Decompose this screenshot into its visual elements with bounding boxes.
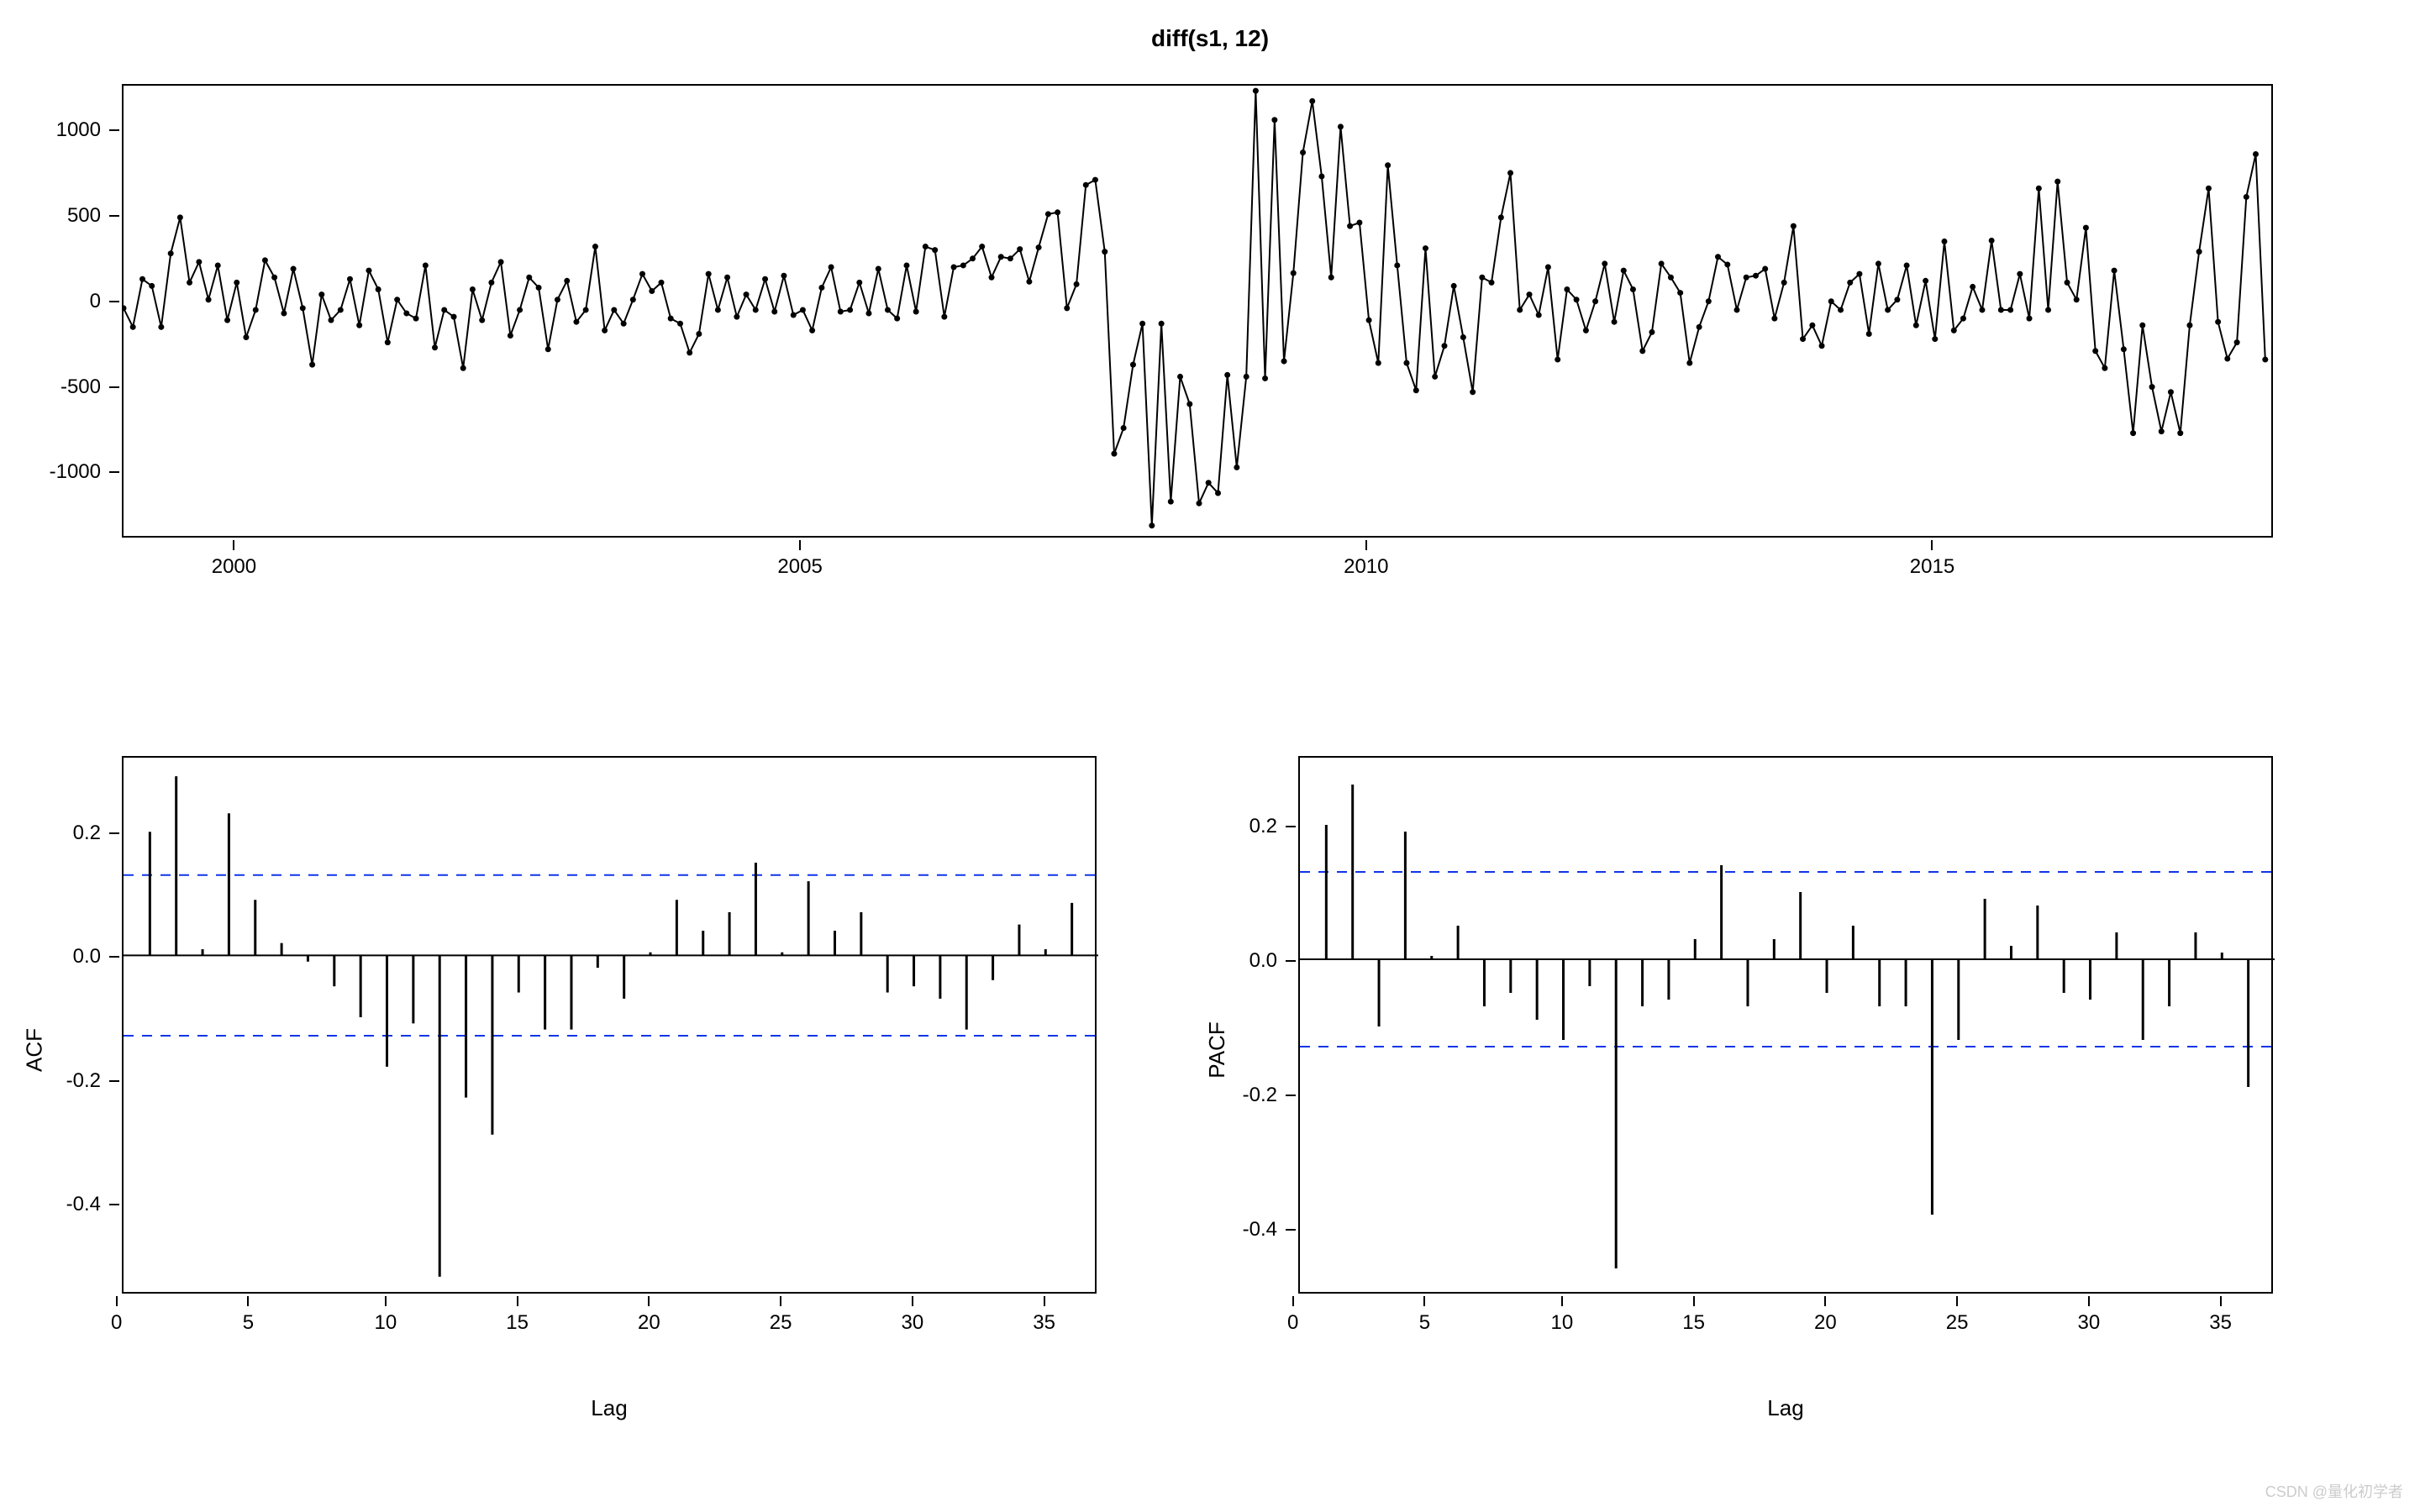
x-tick-label: 2015 — [1910, 555, 1954, 579]
x-tick-label: 30 — [2078, 1311, 2101, 1335]
line-svg — [124, 86, 2275, 539]
x-tick-label: 25 — [770, 1311, 792, 1335]
x-tick-label: 5 — [1419, 1311, 1430, 1335]
x-tick-label: 5 — [243, 1311, 254, 1335]
page-title: diff(s1, 12) — [1151, 25, 1269, 52]
x-axis: 2000200520102015 — [124, 540, 2271, 574]
bar-svg — [124, 758, 1098, 1295]
plot-area: -1000-50005001000 2000200520102015 — [122, 84, 2273, 538]
y-tick-label: 1000 — [42, 118, 101, 142]
x-tick-label: 10 — [1551, 1311, 1574, 1335]
plot-area: -0.4-0.20.00.2 05101520253035 — [1298, 756, 2273, 1294]
y-tick-label: -500 — [42, 375, 101, 399]
x-tick-label: 35 — [1033, 1311, 1055, 1335]
y-tick-label: -1000 — [42, 460, 101, 484]
y-tick-label: -0.2 — [1218, 1084, 1277, 1107]
x-axis: 05101520253035 — [1300, 1296, 2271, 1330]
x-tick-label: 15 — [506, 1311, 529, 1335]
x-tick-label: 2005 — [777, 555, 822, 579]
x-tick-label: 15 — [1682, 1311, 1705, 1335]
y-tick-label: -0.4 — [1218, 1218, 1277, 1242]
y-tick-label: 0.2 — [42, 822, 101, 845]
y-tick-label: 0 — [42, 290, 101, 313]
y-tick-label: -0.4 — [42, 1193, 101, 1216]
y-tick-label: 0.0 — [42, 945, 101, 969]
x-axis: 05101520253035 — [124, 1296, 1095, 1330]
x-tick-label: 2010 — [1344, 555, 1388, 579]
y-tick-label: 500 — [42, 204, 101, 228]
y-tick-label: 0.0 — [1218, 949, 1277, 973]
x-tick-label: 0 — [1287, 1311, 1298, 1335]
x-tick-label: 35 — [2209, 1311, 2232, 1335]
x-tick-label: 25 — [1946, 1311, 1969, 1335]
y-axis: -0.4 -0.2 0.0 0.2 — [1220, 758, 1296, 1292]
y-axis-label: ACF — [22, 1028, 48, 1072]
plot-area: -0.4-0.20.00.2 05101520253035 — [122, 756, 1097, 1294]
x-tick-label: 10 — [375, 1311, 397, 1335]
watermark: CSDN @量化初学者 — [2265, 1480, 2403, 1502]
x-axis-label: Lag — [591, 1395, 627, 1421]
y-axis: -0.4 -0.2 0.0 0.2 — [44, 758, 119, 1292]
bar-svg — [1300, 758, 2275, 1295]
acf-chart: -0.4-0.20.00.2 05101520253035 ACF Lag — [122, 756, 1097, 1344]
timeseries-chart: -1000-50005001000 2000200520102015 — [122, 84, 2273, 588]
y-tick-label: 0.2 — [1218, 815, 1277, 838]
y-axis: -1000 -500 0 500 1000 — [44, 86, 119, 536]
x-axis-label: Lag — [1767, 1395, 1803, 1421]
x-tick-label: 20 — [638, 1311, 660, 1335]
x-tick-label: 20 — [1814, 1311, 1837, 1335]
y-axis-label: PACF — [1204, 1021, 1230, 1078]
x-tick-label: 2000 — [212, 555, 256, 579]
x-tick-label: 0 — [111, 1311, 122, 1335]
y-tick-label: -0.2 — [42, 1069, 101, 1093]
pacf-chart: -0.4-0.20.00.2 05101520253035 PACF Lag — [1298, 756, 2273, 1344]
x-tick-label: 30 — [902, 1311, 924, 1335]
